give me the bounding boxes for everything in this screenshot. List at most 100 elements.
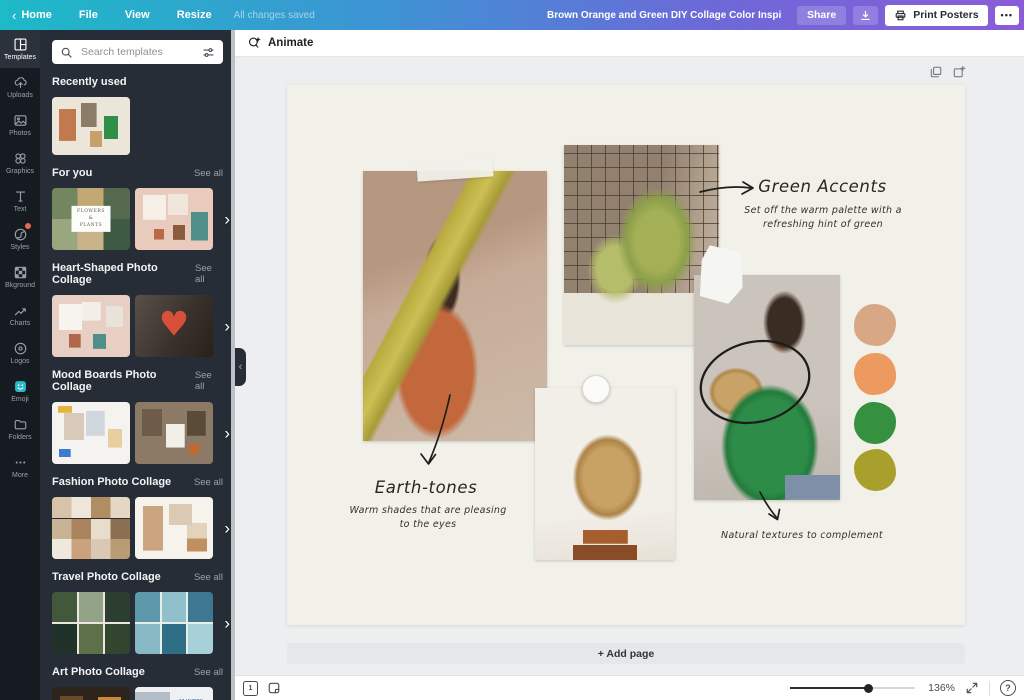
more-options-button[interactable]: ••• — [995, 6, 1019, 25]
sidebar-item-photos[interactable]: Photos — [0, 106, 40, 144]
sidebar-item-label: Folders — [8, 434, 31, 441]
folders-icon — [13, 417, 28, 432]
download-icon — [859, 9, 872, 22]
design-page[interactable]: Green Accents Set off the warm palette w… — [287, 85, 965, 625]
green-accents-subtitle[interactable]: Set off the warm palette with a refreshi… — [737, 204, 909, 232]
green-accents-line2: refreshing hint of green — [737, 218, 909, 232]
pin-graphic[interactable] — [582, 375, 610, 403]
template-thumbnail-art-birthday[interactable]: 13 Hurry Birthday Gift Ideas — [135, 687, 213, 700]
share-button[interactable]: Share — [797, 6, 846, 25]
section-for-you: For you See all FLOWERS & PLANTS › — [52, 167, 223, 250]
color-swatch-olive[interactable] — [854, 449, 896, 491]
template-thumbnail-travel-jungle[interactable] — [52, 592, 130, 654]
template-thumbnail-fashion-white[interactable] — [135, 497, 213, 559]
zoom-slider[interactable] — [790, 687, 915, 689]
sidebar-item-label: Bkground — [5, 282, 35, 289]
see-all-link[interactable]: See all — [195, 263, 223, 285]
template-thumbnail-heart-blush[interactable] — [52, 295, 130, 357]
section-title: Art Photo Collage — [52, 666, 145, 678]
search-input[interactable] — [79, 45, 196, 59]
template-thumbnail-heart-photo[interactable]: ♥ — [135, 295, 213, 357]
template-thumbnail-pink-collage[interactable] — [135, 188, 213, 250]
view-menu[interactable]: View — [125, 9, 150, 21]
scroll-right-chevron-icon[interactable]: › — [224, 211, 230, 228]
sidebar-item-label: Templates — [4, 54, 36, 61]
duplicate-page-icon[interactable] — [929, 65, 943, 79]
templates-panel: Recently used For you See all FLOWERS & … — [40, 30, 235, 700]
animate-button[interactable]: Animate — [268, 37, 313, 49]
see-all-link[interactable]: See all — [194, 572, 223, 583]
file-menu[interactable]: File — [79, 9, 98, 21]
print-posters-label: Print Posters — [913, 9, 978, 21]
top-bar: ‹ Home File View Resize All changes save… — [0, 0, 1024, 30]
scroll-right-chevron-icon[interactable]: › — [224, 520, 230, 537]
moodboard-photo-woman-green-shirt[interactable] — [694, 275, 840, 500]
sidebar-item-styles[interactable]: Styles — [0, 220, 40, 258]
sidebar-item-charts[interactable]: Charts — [0, 296, 40, 334]
color-swatch-green[interactable] — [854, 402, 896, 444]
sidebar-item-templates[interactable]: Templates — [0, 30, 40, 68]
template-thumbnail-fashion-grid[interactable] — [52, 497, 130, 559]
sidebar-item-background[interactable]: Bkground — [0, 258, 40, 296]
sidebar-item-emoji[interactable]: Emoji — [0, 372, 40, 410]
earth-tones-subtitle[interactable]: Warm shades that are pleasing to the eye… — [343, 504, 513, 532]
document-title[interactable]: Brown Orange and Green DIY Collage Color… — [547, 10, 782, 21]
collapse-chevron-icon: ‹ — [239, 361, 243, 373]
see-all-link[interactable]: See all — [194, 477, 223, 488]
template-thumbnail-art-dark[interactable] — [52, 687, 130, 700]
earth-tones-line1: Warm shades that are pleasing — [343, 504, 513, 518]
zoom-slider-knob[interactable] — [864, 684, 873, 693]
earth-tones-line2: to the eyes — [343, 518, 513, 532]
panel-collapse-handle[interactable]: ‹ — [235, 348, 246, 386]
sidebar-item-label: More — [12, 472, 28, 479]
home-button[interactable]: Home — [21, 9, 52, 21]
color-swatch-tan[interactable] — [854, 304, 896, 346]
add-page-button[interactable]: + Add page — [287, 643, 965, 664]
see-all-link[interactable]: See all — [194, 667, 223, 678]
scroll-right-chevron-icon[interactable]: › — [224, 318, 230, 335]
zoom-level[interactable]: 136% — [925, 682, 955, 694]
download-button[interactable] — [853, 6, 878, 25]
earth-tones-title[interactable]: Earth-tones — [351, 478, 501, 497]
scroll-right-chevron-icon[interactable]: › — [224, 425, 230, 442]
sidebar-item-label: Logos — [10, 358, 29, 365]
workspace: Green Accents Set off the warm palette w… — [235, 57, 1024, 675]
print-posters-button[interactable]: Print Posters — [885, 5, 987, 26]
sidebar-item-uploads[interactable]: Uploads — [0, 68, 40, 106]
templates-icon — [13, 37, 28, 52]
resize-menu[interactable]: Resize — [177, 9, 212, 21]
green-accents-title[interactable]: Green Accents — [745, 177, 900, 196]
moodboard-photo-woman-orange-top[interactable] — [363, 171, 547, 441]
zoom-slider-fill — [790, 687, 868, 689]
text-icon — [13, 189, 28, 204]
template-thumbnail-mood-brown[interactable] — [135, 402, 213, 464]
see-all-link[interactable]: See all — [194, 168, 223, 179]
add-page-icon[interactable] — [952, 65, 966, 79]
thumbnail-text: FLOWERS & PLANTS — [72, 206, 111, 232]
color-swatch-orange[interactable] — [854, 353, 896, 395]
notes-icon[interactable] — [267, 681, 281, 695]
divider — [989, 681, 990, 696]
template-thumbnail-flowers-plants[interactable]: FLOWERS & PLANTS — [52, 188, 130, 250]
help-button[interactable]: ? — [1000, 680, 1016, 696]
sidebar-item-logos[interactable]: Logos — [0, 334, 40, 372]
moodboard-photo-woven-bag[interactable] — [535, 388, 675, 560]
logos-icon — [13, 341, 28, 356]
printer-icon — [894, 9, 907, 22]
template-thumbnail-mood-white[interactable] — [52, 402, 130, 464]
scroll-right-chevron-icon[interactable]: › — [224, 615, 230, 632]
template-thumbnail-recent-moodboard[interactable] — [52, 97, 130, 155]
sidebar-item-more[interactable]: More — [0, 448, 40, 486]
template-thumbnail-travel-teal[interactable] — [135, 592, 213, 654]
styles-icon — [13, 227, 28, 242]
filter-icon[interactable] — [202, 46, 215, 59]
sidebar-item-graphics[interactable]: Graphics — [0, 144, 40, 182]
see-all-link[interactable]: See all — [195, 370, 223, 392]
sidebar-item-folders[interactable]: Folders — [0, 410, 40, 448]
back-chevron-icon[interactable]: ‹ — [12, 8, 16, 23]
page-number-icon[interactable]: 1 — [243, 681, 258, 696]
emoji-icon — [13, 379, 28, 394]
natural-textures-caption[interactable]: Natural textures to complement — [711, 529, 893, 543]
sidebar-item-text[interactable]: Text — [0, 182, 40, 220]
fullscreen-icon[interactable] — [965, 681, 979, 695]
